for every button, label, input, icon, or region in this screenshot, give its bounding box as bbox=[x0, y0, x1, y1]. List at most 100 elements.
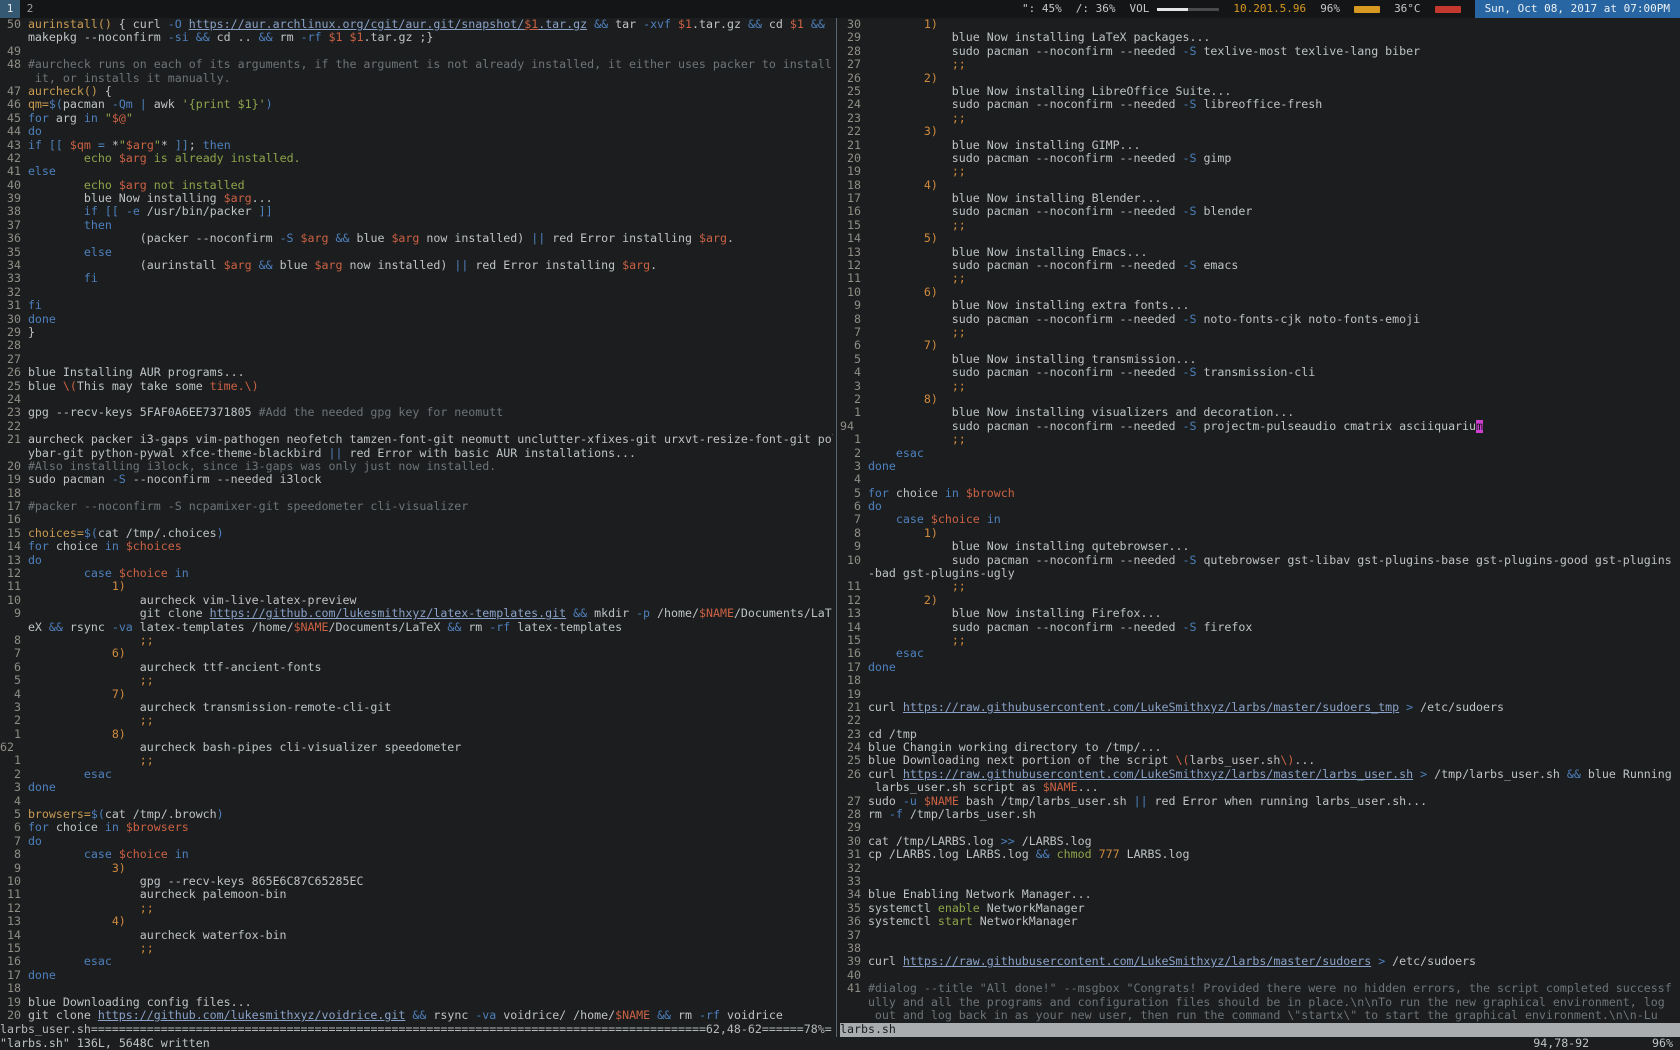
line-number: 16 bbox=[840, 647, 861, 660]
line-number: 8 bbox=[840, 313, 861, 326]
line-number: 2 bbox=[840, 393, 861, 406]
code-row: 13 blue Now installing Firefox... bbox=[840, 607, 1680, 620]
code-text: 2) bbox=[924, 594, 938, 607]
code-text: $NAME bbox=[699, 607, 734, 620]
line-number: 24 bbox=[840, 98, 861, 111]
line-number: 11 bbox=[0, 888, 21, 901]
code-row: 2 esac bbox=[0, 768, 833, 781]
code-text: red Error installing bbox=[545, 232, 699, 245]
code-text: $browsers bbox=[126, 821, 189, 834]
line-number: 37 bbox=[840, 929, 861, 942]
code-text: ;; bbox=[952, 272, 966, 285]
code-text: ) bbox=[217, 527, 224, 540]
code-text: /tmp/larbs_user.sh bbox=[903, 808, 1036, 821]
line-number: 30 bbox=[840, 18, 861, 31]
code-text: /LARBS.log bbox=[1015, 835, 1092, 848]
code-text: 1) bbox=[924, 18, 938, 31]
code-text: curl bbox=[868, 768, 903, 781]
line-number: 62 bbox=[0, 741, 21, 754]
code-text: blue Now installing LaTeX packages... bbox=[868, 31, 1210, 44]
code-text: it, or installs it manually. bbox=[28, 72, 231, 85]
line-number: 7 bbox=[840, 326, 861, 339]
code-text: blue Now installing Firefox... bbox=[868, 607, 1162, 620]
code-row: 39curl https://raw.githubusercontent.com… bbox=[840, 955, 1680, 968]
code-text: sudo pacman --noconfirm --needed bbox=[868, 205, 1183, 218]
code-text: blue bbox=[350, 232, 392, 245]
code-text: cat /tmp/.browch bbox=[105, 808, 217, 821]
code-text: fi bbox=[28, 299, 42, 312]
line-number: 3 bbox=[0, 781, 21, 794]
code-text: /tmp/larbs_user.sh bbox=[1427, 768, 1567, 781]
code-text: >> bbox=[1001, 835, 1015, 848]
code-text: $NAME bbox=[294, 621, 329, 634]
code-row: it, or installs it manually. bbox=[0, 72, 833, 85]
volume-slider[interactable] bbox=[1157, 8, 1219, 11]
code-text: -S bbox=[1182, 98, 1196, 111]
line-number: 14 bbox=[840, 621, 861, 634]
code-text: /Documents/LaTeX bbox=[329, 621, 448, 634]
code-text: -O bbox=[168, 18, 182, 31]
code-text: || bbox=[328, 447, 342, 460]
code-text: NetworkManager bbox=[980, 902, 1085, 915]
code-text: esac bbox=[84, 955, 112, 968]
code-text: https://github.com/lukesmithxyz/voidrice… bbox=[98, 1009, 406, 1022]
right-pane-code[interactable]: 30 1)29 blue Now installing LaTeX packag… bbox=[840, 18, 1680, 1023]
code-text: -e bbox=[126, 205, 140, 218]
line-number: 47 bbox=[0, 85, 21, 98]
code-text bbox=[28, 848, 84, 861]
code-text: choice bbox=[889, 487, 945, 500]
code-row: 25blue Downloading next portion of the s… bbox=[840, 754, 1680, 767]
code-row: 20git clone https://github.com/lukesmith… bbox=[0, 1009, 833, 1022]
code-row: 9 3) bbox=[0, 862, 833, 875]
code-text: blender bbox=[1196, 205, 1252, 218]
code-text: time.\) bbox=[210, 380, 259, 393]
code-text bbox=[28, 272, 84, 285]
code-text bbox=[671, 18, 678, 31]
vertical-split-divider[interactable] bbox=[833, 18, 840, 1037]
code-text bbox=[28, 902, 140, 915]
code-text bbox=[168, 848, 175, 861]
code-row: 27sudo -u $NAME bash /tmp/larbs_user.sh … bbox=[840, 795, 1680, 808]
code-text: in bbox=[105, 821, 119, 834]
left-pane-code[interactable]: 50aurinstall() { curl -O https://aur.arc… bbox=[0, 18, 833, 1023]
line-number: 32 bbox=[840, 862, 861, 875]
code-row: 6for choice in $browsers bbox=[0, 821, 833, 834]
line-number: 19 bbox=[840, 165, 861, 178]
disk-home-usage: ": 45% bbox=[1022, 0, 1062, 18]
code-text bbox=[119, 540, 126, 553]
line-number: 24 bbox=[0, 393, 21, 406]
code-row: 15 ;; bbox=[0, 942, 833, 955]
line-number: 13 bbox=[0, 915, 21, 928]
code-row: 24blue Changin working directory to /tmp… bbox=[840, 741, 1680, 754]
code-text: blue Now installing extra fonts... bbox=[868, 299, 1190, 312]
code-text: ybar-git python-pywal xfce-theme-blackbi… bbox=[28, 447, 329, 460]
cursor-block: m bbox=[1476, 420, 1483, 433]
code-text bbox=[28, 246, 84, 259]
line-number: 35 bbox=[0, 246, 21, 259]
code-row: 35systemctl enable NetworkManager bbox=[840, 902, 1680, 915]
workspace-tag-1[interactable]: 1 bbox=[0, 0, 20, 18]
code-text: echo bbox=[28, 179, 119, 192]
code-text: texlive-most texlive-lang biber bbox=[1196, 45, 1420, 58]
line-number: 15 bbox=[840, 219, 861, 232]
code-text: .tar.gz ;} bbox=[364, 31, 434, 44]
code-text: chmod bbox=[1057, 848, 1092, 861]
code-row: 25 blue Now installing LibreOffice Suite… bbox=[840, 85, 1680, 98]
workspace-tag-2[interactable]: 2 bbox=[20, 0, 40, 18]
code-text bbox=[112, 848, 119, 861]
code-row: 8 1) bbox=[840, 527, 1680, 540]
code-text bbox=[28, 942, 140, 955]
code-text: $1 bbox=[790, 18, 804, 31]
code-text: && bbox=[573, 607, 587, 620]
code-text: #Also installing i3lock, since i3-gaps w… bbox=[28, 460, 496, 473]
code-row: 1 8) bbox=[0, 728, 833, 741]
code-text: gpg --recv-keys 5FAF0A6EE7371805 bbox=[28, 406, 259, 419]
code-row: 14for choice in $choices bbox=[0, 540, 833, 553]
line-number: 7 bbox=[0, 647, 21, 660]
code-row: 45for arg in "$@" bbox=[0, 112, 833, 125]
line-number: 5 bbox=[840, 487, 861, 500]
code-row: 5for choice in $browch bbox=[840, 487, 1680, 500]
cpu-temp: 36°C bbox=[1394, 0, 1421, 18]
code-text: -S bbox=[1182, 621, 1196, 634]
code-text: -S bbox=[1182, 420, 1196, 433]
